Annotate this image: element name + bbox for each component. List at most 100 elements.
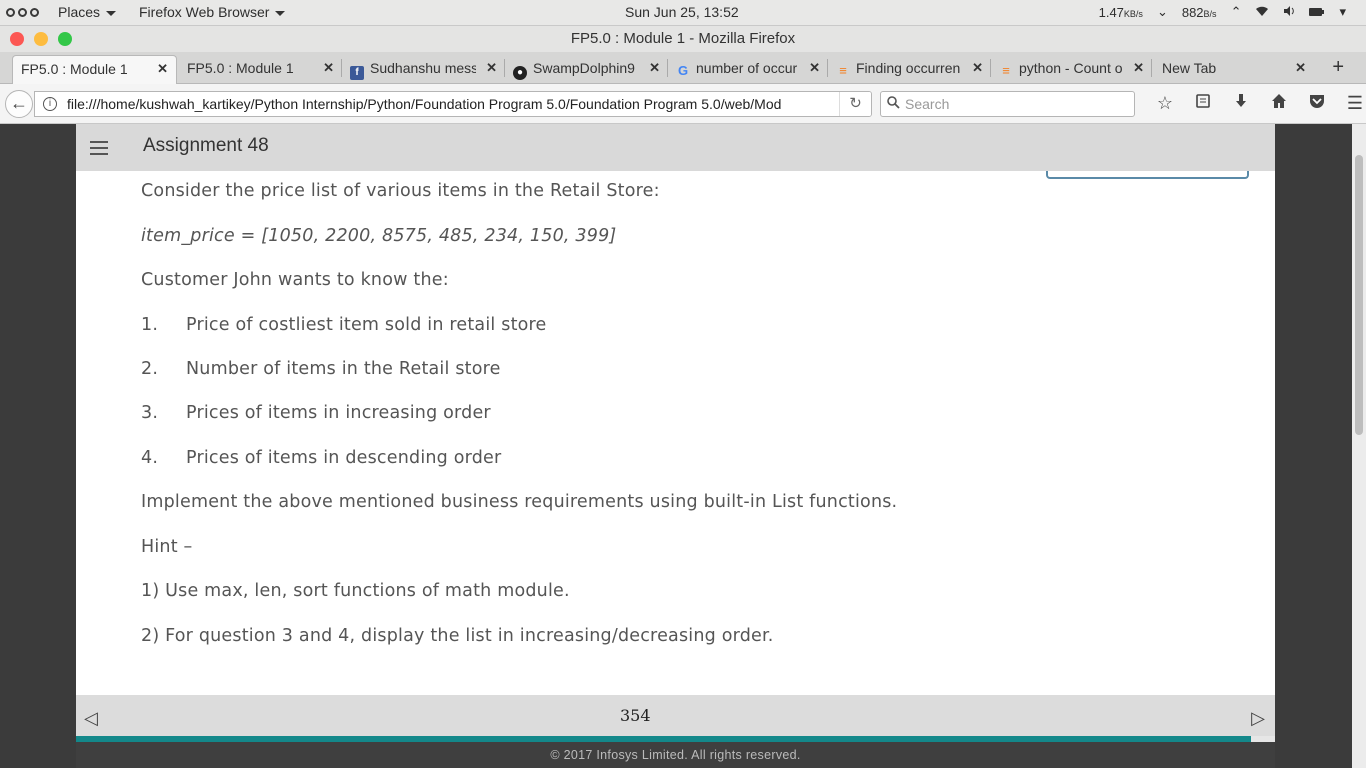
tab-fp5-module-1-active[interactable]: FP5.0 : Module 1 ✕ (12, 55, 177, 84)
list-item: 2. Number of items in the Retail store (141, 359, 501, 379)
search-input[interactable]: Search (880, 91, 1135, 117)
chevron-up-icon: ⌃ (1230, 4, 1242, 19)
info-icon[interactable]: i (43, 97, 57, 111)
reload-icon[interactable]: ↻ (839, 92, 871, 116)
tab-title: Finding occurren (856, 60, 961, 76)
search-placeholder: Search (905, 96, 950, 112)
chevron-down-icon: ⌄ (1156, 4, 1168, 19)
system-tray[interactable]: 1.47KB/s ⌄ 882B/s ⌃ ▾ (1099, 4, 1346, 20)
assignment-header: Assignment 48 (76, 124, 1275, 171)
activities-icon[interactable] (6, 8, 39, 17)
wifi-icon (1255, 5, 1269, 20)
close-tab-icon[interactable]: ✕ (486, 60, 497, 76)
hint-2: 2) For question 3 and 4, display the lis… (141, 626, 774, 646)
list-number: 1. (141, 315, 159, 335)
chevron-down-icon (106, 10, 117, 16)
page-title: Assignment 48 (143, 135, 269, 156)
tab-title: number of occur (696, 60, 798, 76)
close-tab-icon[interactable]: ✕ (157, 61, 168, 77)
implement-text: Implement the above mentioned business r… (141, 492, 898, 512)
tab-title: New Tab (1162, 60, 1217, 76)
tab-new-tab[interactable]: New Tab ✕ (1154, 55, 1314, 84)
tab-bar: FP5.0 : Module 1 ✕ FP5.0 : Module 1 ✕ fS… (0, 52, 1366, 84)
code-snippet: item_price = [1050, 2200, 8575, 485, 234… (141, 226, 617, 246)
tab-fp5-module-1[interactable]: FP5.0 : Module 1 ✕ (179, 55, 342, 84)
window-title: FP5.0 : Module 1 - Mozilla Firefox (570, 30, 796, 47)
close-tab-icon[interactable]: ✕ (323, 60, 334, 76)
menu-hamburger-icon[interactable] (90, 141, 108, 159)
net-down-unit: KB/s (1123, 8, 1143, 19)
list-item: 4. Prices of items in descending order (141, 448, 501, 468)
page-number: 354 (620, 706, 651, 725)
tab-separator (1151, 59, 1152, 77)
tab-title: FP5.0 : Module 1 (21, 61, 128, 77)
list-number: 4. (141, 448, 159, 468)
chevron-down-icon (275, 10, 286, 16)
bookmark-star-icon[interactable]: ☆ (1146, 93, 1184, 114)
tab-sudhanshu[interactable]: f Sudhanshu mess ✕ (342, 55, 505, 84)
list-text: Number of items in the Retail store (186, 359, 501, 379)
close-tab-icon[interactable]: ✕ (1133, 60, 1144, 76)
previous-page-icon[interactable]: ◁ (84, 708, 98, 729)
close-tab-icon[interactable]: ✕ (972, 60, 983, 76)
arrow-left-icon: ← (10, 93, 28, 113)
hint-label: Hint – (141, 537, 193, 557)
panel-frame (1046, 171, 1249, 179)
pocket-icon[interactable] (1298, 93, 1336, 114)
tab-python-count[interactable]: ≡ python - Count o ✕ (991, 55, 1152, 84)
google-icon: G (677, 63, 689, 78)
battery-icon (1309, 5, 1325, 20)
network-speed-down: 1.47KB/s (1099, 5, 1143, 20)
places-menu[interactable]: Places (58, 4, 117, 20)
close-tab-icon[interactable]: ✕ (809, 60, 820, 76)
list-number: 2. (141, 359, 159, 379)
places-label: Places (58, 4, 101, 20)
tab-title: FP5.0 : Module 1 (187, 60, 294, 76)
stackoverflow-icon: ≡ (839, 63, 847, 78)
window-title-bar: FP5.0 : Module 1 - Mozilla Firefox (0, 26, 1366, 52)
tab-title: Sudhanshu mess (370, 60, 476, 76)
net-up-unit: B/s (1203, 8, 1217, 19)
url-bar[interactable]: i file:///home/kushwah_kartikey/Python I… (34, 91, 872, 117)
hint-1: 1) Use max, len, sort functions of math … (141, 581, 570, 601)
tab-finding-occurrences[interactable]: ≡ Finding occurren ✕ (828, 55, 991, 84)
close-tab-icon[interactable]: ✕ (1295, 60, 1306, 76)
copyright-footer: © 2017 Infosys Limited. All rights reser… (76, 742, 1275, 768)
net-down-value: 1.47 (1098, 4, 1124, 20)
next-page-icon[interactable]: ▷ (1251, 708, 1265, 729)
list-item: 1. Price of costliest item sold in retail… (141, 315, 547, 335)
menu-hamburger-icon[interactable]: ☰ (1336, 93, 1366, 114)
download-icon[interactable] (1222, 93, 1260, 114)
search-icon (887, 96, 900, 112)
close-tab-icon[interactable]: ✕ (649, 60, 660, 76)
system-top-bar: Places Firefox Web Browser Sun Jun 25, 1… (0, 0, 1366, 26)
list-text: Price of costliest item sold in retail s… (186, 315, 547, 335)
stackoverflow-icon: ≡ (1002, 63, 1010, 78)
page-navigation: ◁ 354 ▷ (76, 695, 1275, 736)
assignment-content: Consider the price list of various items… (76, 171, 1275, 695)
clock[interactable]: Sun Jun 25, 13:52 (625, 4, 739, 20)
intro-text: Consider the price list of various items… (141, 181, 660, 201)
back-button[interactable]: ← (5, 90, 33, 118)
url-text: file:///home/kushwah_kartikey/Python Int… (67, 96, 782, 112)
scrollbar-thumb[interactable] (1355, 155, 1363, 435)
new-tab-plus-icon[interactable]: + (1332, 56, 1344, 79)
list-item: 3. Prices of items in increasing order (141, 403, 491, 423)
net-up-value: 882 (1181, 4, 1204, 20)
network-speed-up: 882B/s (1182, 5, 1217, 20)
facebook-icon: f (350, 66, 364, 80)
power-menu-chevron-icon: ▾ (1339, 4, 1346, 19)
list-number: 3. (141, 403, 159, 423)
home-icon[interactable] (1260, 93, 1298, 114)
volume-icon (1283, 5, 1295, 20)
tab-number-of-occur[interactable]: Gnumber of occur ✕ (668, 55, 828, 84)
reading-list-icon[interactable] (1184, 93, 1222, 114)
tab-swampdolphin[interactable]: ● SwampDolphin9 ✕ (505, 55, 668, 84)
list-text: Prices of items in increasing order (186, 403, 491, 423)
app-menu[interactable]: Firefox Web Browser (139, 4, 286, 20)
app-menu-label: Firefox Web Browser (139, 4, 270, 20)
github-icon: ● (513, 66, 527, 80)
list-text: Prices of items in descending order (186, 448, 502, 468)
customer-text: Customer John wants to know the: (141, 270, 449, 290)
tab-title: python - Count o (1019, 60, 1123, 76)
